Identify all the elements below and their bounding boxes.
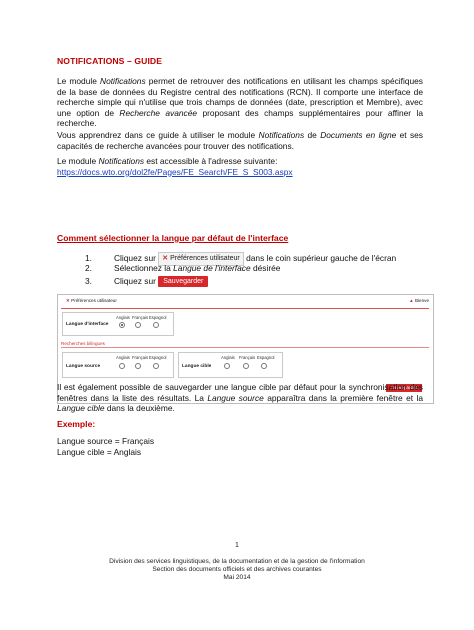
emphasis: Notifications xyxy=(100,76,146,86)
radio-french[interactable] xyxy=(135,322,141,328)
radio-spanish[interactable] xyxy=(153,322,159,328)
example-list: Langue source = Français Langue cible = … xyxy=(57,436,154,457)
bilingual-search-label: Recherches bilingues xyxy=(61,341,105,346)
text: Le module xyxy=(57,156,99,166)
source-language-box: Langue source Anglais Français Espagnol xyxy=(62,352,174,378)
screenshot-header: ✕ Préférences utilisateur ▲ Bienve xyxy=(58,295,433,306)
lang-spanish: Espagnol xyxy=(257,355,275,360)
footer-line: Mai 2014 xyxy=(223,574,251,582)
source-language-label: Langue source xyxy=(66,364,101,369)
lang-english: Anglais xyxy=(116,355,130,360)
emphasis: Langue cible xyxy=(57,403,105,414)
close-x-icon: ✕ xyxy=(66,298,70,303)
step-text: Cliquez sur xyxy=(114,253,156,264)
lang-english: Anglais xyxy=(221,355,235,360)
welcome-text: Bienve xyxy=(414,298,429,303)
example-line: Langue source = Français xyxy=(57,436,155,446)
step-2: 2. Sélectionnez la Langue de l'interface … xyxy=(85,263,280,274)
radio-french[interactable] xyxy=(243,363,249,369)
user-icon: ▲ xyxy=(409,298,414,303)
screenshot-header-right: ▲ Bienve xyxy=(409,298,429,303)
close-x-icon: ✕ xyxy=(162,255,169,262)
save-button[interactable]: Sauvegarder xyxy=(158,276,209,288)
emphasis: Notifications xyxy=(258,130,305,140)
divider xyxy=(61,347,429,348)
interface-language-box: Langue d'interface Anglais Français Espa… xyxy=(62,312,174,336)
header-title-text: Préférences utilisateur xyxy=(71,298,117,303)
emphasis: Recherche avancée xyxy=(119,107,198,118)
target-language-box: Langue cible Anglais Français Espagnol xyxy=(178,352,283,378)
example-line: Langue cible = Anglais xyxy=(57,446,142,457)
step-text: Cliquez sur xyxy=(114,276,156,286)
lang-french: Français xyxy=(132,315,149,320)
radio-spanish[interactable] xyxy=(261,363,267,369)
step-text: désirée xyxy=(250,263,281,273)
footer: Division des services linguistiques, de … xyxy=(0,558,474,583)
step-number: 3. xyxy=(85,276,92,286)
target-language-label: Langue cible xyxy=(182,364,212,369)
section-heading: Comment sélectionner la langue par défau… xyxy=(57,233,289,243)
emphasis: Documents en ligne xyxy=(320,130,397,140)
footer-line: Division des services linguistiques, de … xyxy=(109,558,365,565)
lang-english: Anglais xyxy=(116,315,130,320)
emphasis: Notifications xyxy=(98,156,145,166)
step-text: dans le coin supérieur gauche de l'écran xyxy=(246,253,397,264)
radio-spanish[interactable] xyxy=(153,363,159,369)
notifications-url-link[interactable]: https://docs.wto.org/dol2fe/Pages/FE_Sea… xyxy=(57,167,293,177)
lang-spanish: Espagnol xyxy=(149,315,167,320)
footer-line: Section des documents officiels et des a… xyxy=(152,566,322,574)
text: dans la deuxième. xyxy=(104,403,175,414)
step-text: Sélectionnez la xyxy=(114,263,174,273)
text: Vous apprendrez dans ce guide à utiliser… xyxy=(57,130,259,140)
step-3: 3. Cliquez sur Sauvegarder xyxy=(85,276,209,288)
document-page: NOTIFICATIONS – GUIDE Le module Notifica… xyxy=(0,0,474,630)
step-number: 2. xyxy=(85,263,92,273)
lang-french: Français xyxy=(132,355,149,360)
interface-language-label: Langue d'interface xyxy=(66,322,109,327)
example-heading: Exemple: xyxy=(57,419,96,429)
radio-english[interactable] xyxy=(119,322,125,328)
text: apparaîtra dans la première fenêtre et l… xyxy=(263,392,423,403)
emphasis: Langue source xyxy=(207,392,264,403)
lang-french: Français xyxy=(239,355,256,360)
radio-english[interactable] xyxy=(119,363,125,369)
emphasis: Langue de l'interface xyxy=(173,263,251,273)
page-number: 1 xyxy=(235,542,239,549)
document-title: NOTIFICATIONS – GUIDE xyxy=(57,56,163,66)
radio-french[interactable] xyxy=(135,363,141,369)
sync-paragraph: Il est également possible de sauvegarder… xyxy=(57,382,423,414)
text: de xyxy=(304,130,321,140)
text: est accessible à l'adresse suivante: xyxy=(144,156,278,166)
intro-paragraph-1: Le module Notifications permet de retrou… xyxy=(57,76,423,129)
divider xyxy=(61,308,429,309)
lang-spanish: Espagnol xyxy=(149,355,167,360)
intro-paragraph-3: Le module Notifications est accessible à… xyxy=(57,156,423,177)
screenshot-header-title: ✕ Préférences utilisateur xyxy=(66,298,117,304)
intro-paragraph-2: Vous apprendrez dans ce guide à utiliser… xyxy=(57,130,423,151)
preferences-button-label: Préférences utilisateur xyxy=(170,255,240,262)
radio-english[interactable] xyxy=(224,363,230,369)
text: Le module xyxy=(57,76,101,86)
